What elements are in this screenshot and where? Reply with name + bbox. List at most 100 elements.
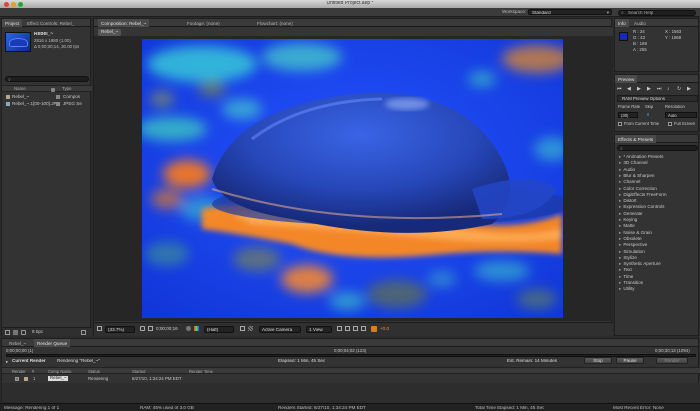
toggle-pixel-aspect-icon[interactable] — [337, 326, 342, 331]
workspace-select[interactable]: Standard ▾ — [528, 9, 612, 15]
always-preview-icon[interactable] — [97, 326, 102, 331]
bit-depth-button[interactable]: 8 bpc — [32, 330, 43, 335]
project-item[interactable]: Rebel_~.1[00-100].JPG JPEG Se — [2, 101, 90, 107]
snapshot-icon[interactable] — [186, 326, 191, 331]
exposure-reset-icon[interactable] — [371, 325, 377, 332]
tab-effects-presets[interactable]: Effects & Presets — [615, 135, 657, 143]
project-item[interactable]: Rebel_~ Compos — [2, 94, 90, 100]
render-status: Rendering — [88, 376, 109, 381]
tab-timeline-rebel[interactable]: Rebel_~ — [6, 339, 29, 347]
frame-rate-select[interactable]: (30) — [618, 112, 638, 118]
last-frame-icon[interactable]: ⏭ — [657, 86, 662, 92]
fast-previews-icon[interactable] — [345, 326, 350, 331]
workspace-label: Workspace: — [502, 10, 527, 14]
info-a: A : 255 — [633, 48, 647, 52]
effects-category[interactable]: ▸ Utility — [615, 286, 700, 292]
full-screen-checkbox[interactable] — [668, 122, 672, 126]
zoom-select[interactable]: (33.7%) — [105, 325, 135, 333]
chevron-down-icon: ▾ — [606, 10, 609, 15]
status-total-elapsed: Total Time Elapsed: 1 Min, 45 Sec — [475, 405, 545, 410]
comp-subtabbar: Rebel_~ — [94, 28, 613, 36]
stop-button[interactable]: Stop — [584, 357, 612, 364]
region-of-interest-icon[interactable] — [240, 326, 245, 331]
play-icon[interactable]: ▶ — [637, 86, 641, 92]
view-layout-select[interactable]: 1 View — [306, 325, 332, 333]
project-footer: 8 bpc — [2, 327, 92, 336]
search-icon: ⌕ — [620, 145, 623, 152]
search-help-input[interactable]: ⌕ Search Help — [618, 9, 696, 16]
render-start-time: 0;00;00;00 (1) — [6, 349, 34, 353]
info-r: R : 24 — [633, 30, 645, 34]
label-color-icon — [24, 376, 28, 381]
effects-search-input[interactable]: ⌕ — [617, 145, 698, 152]
tab-preview[interactable]: Preview — [615, 75, 638, 83]
window-title: Untitled Project.aep * — [326, 1, 374, 6]
ram-preview-icon[interactable]: ▶ — [687, 86, 691, 92]
tab-flowchart[interactable]: Flowchart: (none) — [254, 19, 296, 27]
first-frame-icon[interactable]: ⏮ — [617, 86, 622, 92]
new-folder-icon[interactable] — [13, 329, 18, 335]
current-time[interactable]: 0;00;00;16 — [156, 327, 178, 332]
column-comp-name[interactable]: Comp Name — [48, 370, 72, 374]
label-column-icon — [51, 87, 55, 92]
tab-project[interactable]: Project — [2, 19, 23, 27]
tab-render-queue[interactable]: Render Queue — [34, 339, 71, 347]
transparency-grid-icon[interactable] — [248, 326, 253, 331]
camera-select[interactable]: Active Camera — [259, 325, 301, 333]
column-render-time[interactable]: Render Time — [189, 370, 213, 374]
composition-frame[interactable] — [142, 39, 563, 318]
column-render[interactable]: Render — [12, 370, 26, 374]
from-current-checkbox[interactable] — [618, 122, 622, 126]
skip-value[interactable]: 0 — [647, 113, 649, 117]
audio-icon[interactable]: ♪ — [667, 86, 670, 92]
exposure-value[interactable]: +0.0 — [380, 327, 389, 332]
timeline-icon[interactable] — [353, 326, 358, 331]
pause-button[interactable]: Pause — [616, 357, 644, 364]
resolution-label: Resolution — [665, 105, 685, 109]
tab-effect-controls[interactable]: Effect Controls: Rebel_ — [24, 19, 77, 27]
info-x: X : 1563 — [665, 30, 682, 34]
safe-zones-icon[interactable] — [140, 326, 145, 331]
column-type[interactable]: Type — [62, 87, 72, 91]
column-started[interactable]: Started — [132, 370, 146, 374]
render-queue-panel: Rebel_~ Render Queue 0;00;00;00 (1) 0;00… — [1, 338, 700, 402]
composition-icon — [6, 95, 10, 100]
previous-frame-icon[interactable]: ◀ — [627, 86, 631, 92]
grid-icon[interactable] — [148, 326, 153, 331]
show-channel-icon[interactable] — [194, 326, 199, 331]
render-queue-empty — [2, 383, 700, 402]
loop-icon[interactable]: ↻ — [677, 86, 681, 92]
column-status[interactable]: Status — [88, 370, 100, 374]
render-queue-row[interactable]: 1 Rebel_~ Rendering 8/27/10, 1:34:24 PM … — [2, 375, 700, 382]
full-screen-label: Full Screen — [674, 122, 696, 126]
column-name[interactable]: Name — [14, 87, 26, 91]
comp-tab[interactable]: Rebel_~ — [98, 29, 122, 36]
info-y: Y : 1868 — [665, 36, 682, 40]
render-checkbox[interactable] — [15, 376, 19, 381]
composition-image — [142, 39, 563, 318]
project-search-input[interactable]: ⌕ — [5, 76, 89, 83]
disclosure-triangle-icon[interactable]: ▸ — [6, 359, 8, 365]
tab-composition[interactable]: Composition: Rebel_~ — [98, 19, 150, 27]
composition-panel: Composition: Rebel_~ Footage: (none) Flo… — [93, 18, 613, 336]
render-button[interactable]: Render — [656, 357, 688, 364]
render-queue-header: Render # Comp Name Status Started Render… — [2, 367, 700, 374]
status-recent-error: Most Recent Error: None — [613, 405, 664, 410]
preview-resolution-select[interactable]: Auto — [665, 112, 697, 118]
resolution-select[interactable]: (Half) — [204, 325, 234, 333]
next-frame-icon[interactable]: ▶ — [647, 86, 651, 92]
render-comp-name[interactable]: Rebel_~ — [48, 375, 69, 381]
project-panel: Project Effect Controls: Rebel_ Rebel_~ … — [1, 18, 92, 336]
asset-thumbnail — [5, 32, 31, 52]
flowchart-icon[interactable] — [361, 326, 366, 331]
info-panel: Info Audio R : 24 G : 43 B : 169 A : 255… — [614, 18, 699, 72]
tab-footage[interactable]: Footage: (none) — [184, 19, 223, 27]
search-icon: ⌕ — [8, 76, 11, 83]
new-composition-icon[interactable] — [21, 329, 26, 335]
column-number[interactable]: # — [32, 370, 34, 374]
tab-audio[interactable]: Audio — [631, 19, 649, 27]
tab-info[interactable]: Info — [615, 19, 629, 27]
trash-icon[interactable] — [81, 329, 86, 335]
interpret-footage-icon[interactable] — [5, 329, 10, 335]
ram-preview-options-select[interactable]: RAM Preview Options — [617, 95, 698, 102]
